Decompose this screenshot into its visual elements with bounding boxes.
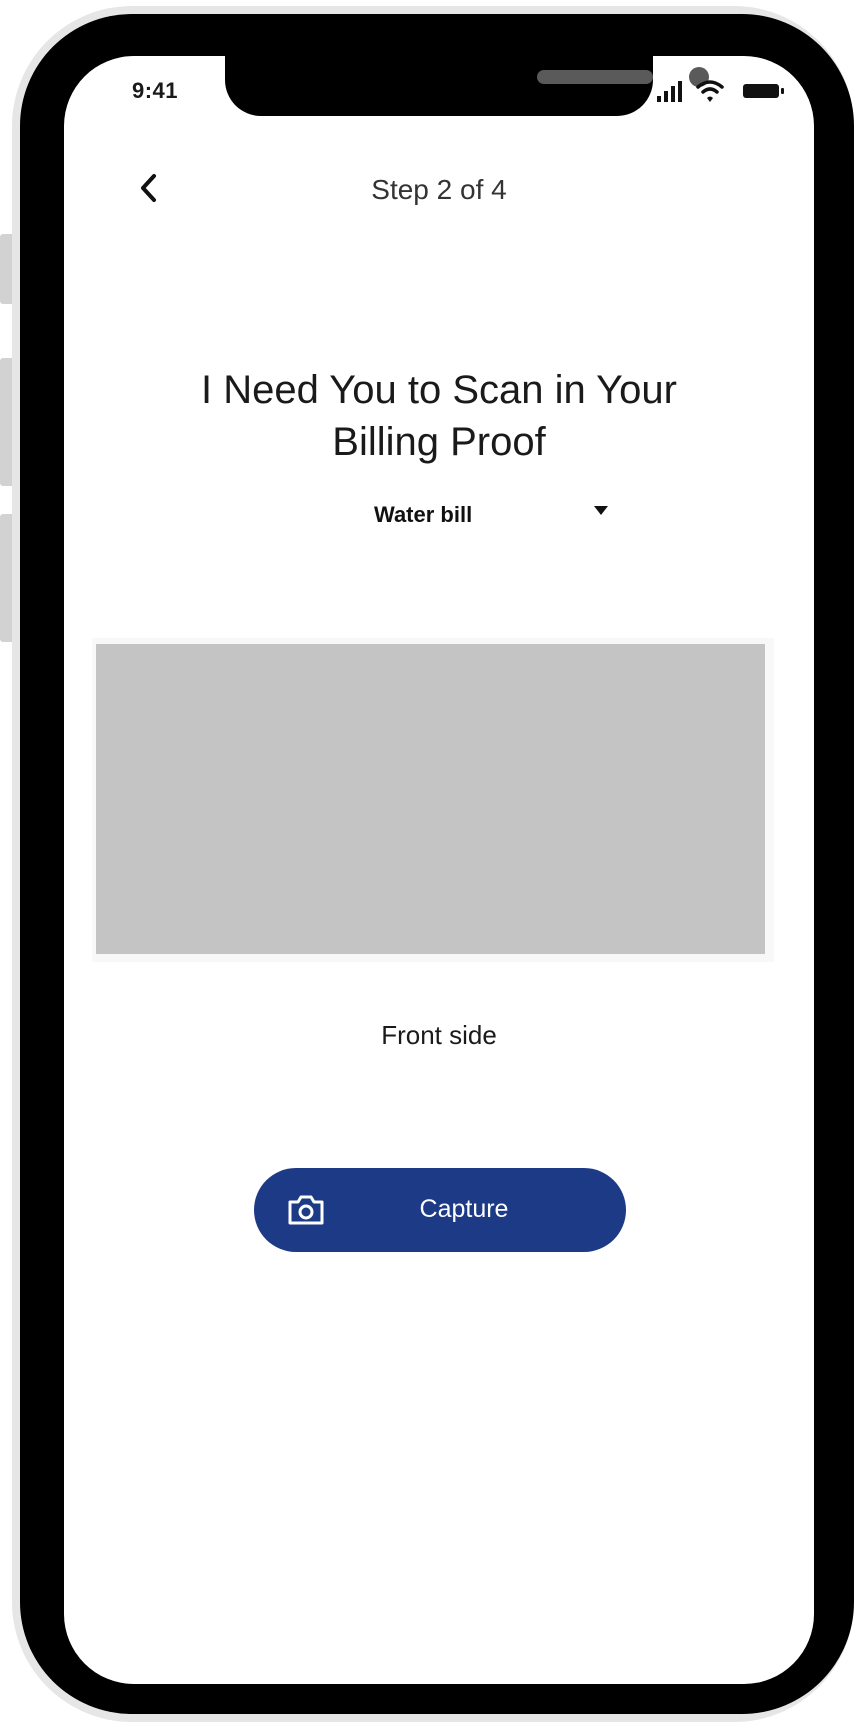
document-preview [96, 644, 765, 954]
speaker-grille [537, 70, 653, 84]
document-side-label: Front side [381, 1020, 497, 1050]
cellular-signal-icon [657, 81, 682, 102]
document-type-select[interactable]: Water bill [374, 494, 614, 534]
status-time: 9:41 [132, 78, 179, 103]
phone-notch [225, 56, 709, 116]
status-icons [649, 76, 814, 108]
step-indicator: Step 2 of 4 [371, 174, 507, 205]
battery-icon [743, 84, 784, 98]
capture-button-label: Capture [419, 1195, 509, 1223]
caret-down-icon [594, 506, 608, 515]
page-title-line-1: I Need You to Scan in Your [201, 368, 677, 412]
wifi-icon [696, 80, 724, 102]
page-title-line-2: Billing Proof [332, 420, 546, 464]
camera-icon [288, 1195, 324, 1225]
phone-screen: 9:41 Step 2 of 4 I Need You to Scan in Y… [64, 56, 814, 1684]
app-canvas: 9:41 Step 2 of 4 I Need You to Scan in Y… [0, 0, 854, 1725]
capture-button[interactable]: Capture [254, 1168, 626, 1252]
document-type-value: Water bill [374, 502, 473, 527]
page-title: I Need You to Scan in Your Billing Proof [104, 364, 774, 468]
scan-frame [92, 638, 774, 962]
